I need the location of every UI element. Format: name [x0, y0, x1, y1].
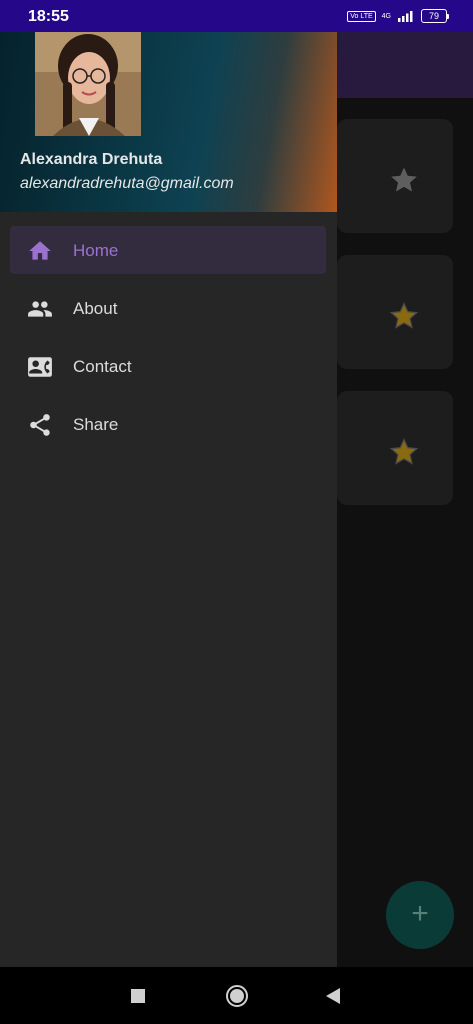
- star-icon[interactable]: [389, 165, 419, 195]
- menu-item-share[interactable]: Share: [0, 400, 337, 458]
- profile-email: alexandradrehuta@gmail.com: [20, 175, 234, 192]
- add-fab-button[interactable]: +: [386, 881, 454, 949]
- star-icon[interactable]: [389, 437, 419, 467]
- status-time: 18:55: [28, 8, 69, 25]
- recents-button[interactable]: [130, 988, 146, 1004]
- status-icons: Vo LTE 4G 79: [347, 9, 449, 23]
- system-navigation-bar: [0, 967, 473, 1024]
- people-icon: [28, 301, 52, 317]
- volte-icon: Vo LTE: [347, 10, 376, 22]
- list-item[interactable]: [337, 255, 453, 369]
- menu-label-contact: Contact: [73, 357, 132, 376]
- menu-label-about: About: [73, 299, 118, 318]
- avatar-photo: [35, 32, 141, 136]
- network-type: 4G: [381, 12, 391, 20]
- avatar[interactable]: [35, 32, 141, 136]
- home-icon: [29, 241, 51, 260]
- drawer-menu: Home About Contact Share: [0, 226, 337, 458]
- drawer-header: Alexandra Drehuta alexandradrehuta@gmail…: [0, 32, 337, 212]
- status-bar: 18:55 Vo LTE 4G 79: [0, 0, 473, 32]
- signal-icon: [398, 11, 413, 22]
- navigation-drawer: Alexandra Drehuta alexandradrehuta@gmail…: [0, 32, 337, 967]
- menu-label-home: Home: [73, 241, 119, 260]
- menu-item-home[interactable]: Home: [0, 226, 337, 284]
- battery-level: 79: [421, 9, 447, 23]
- back-button[interactable]: [325, 987, 341, 1005]
- contact-card-icon: [28, 357, 52, 377]
- battery-icon: 79: [421, 9, 449, 23]
- menu-label-share: Share: [73, 415, 119, 434]
- active-item-highlight: [10, 226, 326, 274]
- menu-item-about[interactable]: About: [0, 284, 337, 342]
- menu-item-contact[interactable]: Contact: [0, 342, 337, 400]
- share-icon: [30, 414, 50, 436]
- profile-name: Alexandra Drehuta: [20, 151, 163, 168]
- list-item[interactable]: [337, 391, 453, 505]
- list-item[interactable]: [337, 119, 453, 233]
- star-icon[interactable]: [389, 301, 419, 331]
- home-button[interactable]: [225, 984, 249, 1008]
